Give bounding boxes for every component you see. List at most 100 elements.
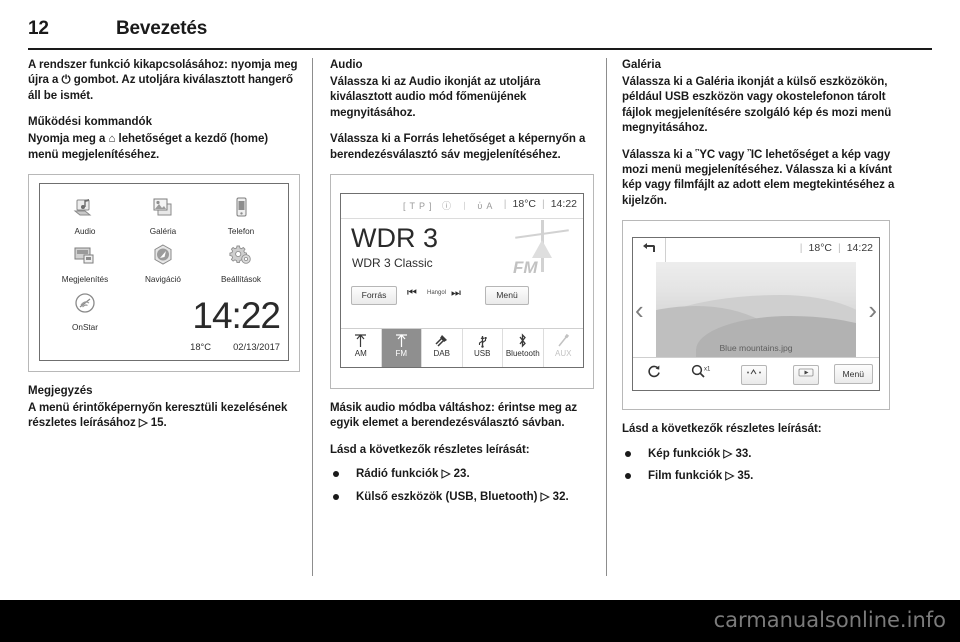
bullet-dot (625, 450, 631, 457)
page-number: 12 (28, 18, 49, 39)
gallery-image-stage: ‹ › Blue mountains.jpg (633, 262, 879, 359)
gallery-status-right: | 18°C | 14:22 (794, 242, 873, 254)
home-app-audio[interactable]: Audio (48, 194, 122, 236)
home-date: 02/13/2017 (233, 341, 280, 353)
source-selector-bar: AM FM DAB USB Bluetooth AUX (341, 328, 584, 368)
column-right: Galéria Válassza ki a Galéria ikonját a … (622, 58, 912, 491)
gallery-screen-display: | 18°C | 14:22 ‹ › Blue mountains.jpg x1… (632, 237, 880, 392)
column-left: A rendszer funkció kikapcsolásához: nyom… (28, 58, 300, 443)
figure-gallery-screen: | 18°C | 14:22 ‹ › Blue mountains.jpg x1… (622, 220, 890, 411)
fm-band-logo-icon: FM (511, 220, 573, 282)
figure-radio-screen: [TP] ⓘ ᛁ ὐA | 18°C | 14:22 WDR 3 WDR 3 Clas… (330, 174, 594, 390)
source-usb[interactable]: USB (463, 329, 503, 368)
home-clock: 14:22 (192, 295, 281, 337)
onstar-icon (48, 290, 122, 322)
chevron-right-icon[interactable]: › (868, 297, 877, 323)
audio-paragraph-2: Válassza ki a Forrás lehetőséget a képer… (330, 133, 586, 161)
list-item: Kép funkciók ▷ 33. (622, 447, 912, 462)
tune-label: Hangol (427, 290, 447, 297)
home-app-grid: Audio Galéria Telefon Megjelenítés Navig… (40, 184, 288, 360)
gallery-menu-button[interactable]: Menü (833, 364, 873, 385)
radio-temperature: 18°C (512, 198, 536, 211)
page-footer: carmanualsonline.info (0, 600, 960, 642)
source-dab[interactable]: DAB (422, 329, 463, 368)
home-screen-display: Audio Galéria Telefon Megjelenítés Navig… (39, 183, 289, 362)
home-menu-paragraph: Nyomja meg a ⌂ lehetőséget a kezdő (home… (28, 133, 269, 161)
settings-gears-icon (204, 242, 278, 274)
radio-status-bar: [TP] ⓘ ᛁ ὐA | 18°C | 14:22 (341, 194, 583, 220)
column-divider-2 (606, 58, 607, 576)
audio-reference-list: Rádió funkciók ▷ 23. Külső eszközök (USB… (330, 467, 602, 505)
list-item: Rádió funkciók ▷ 23. (330, 467, 602, 482)
audio-paragraph-1: Válassza ki az Audio ikonját az utoljára… (330, 76, 541, 119)
phone-icon (204, 194, 278, 226)
audio-see-also: Lásd a következők részletes leírását: (330, 443, 530, 456)
source-am[interactable]: AM (341, 329, 382, 368)
tower-cone (532, 240, 552, 259)
fm-logo-text: FM (513, 258, 538, 278)
source-label: USB (474, 349, 491, 359)
gallery-top-bar: | 18°C | 14:22 (633, 238, 879, 264)
audio-paragraph-3: Másik audio módba váltáshoz: érintse meg… (330, 402, 578, 430)
home-app-navigacio[interactable]: Navigáció (126, 242, 200, 284)
bullet-dot (333, 493, 339, 500)
list-item: Külső eszközök (USB, Bluetooth) ▷ 32. (330, 490, 602, 505)
home-app-onstar[interactable]: OnStar (48, 290, 122, 332)
page-sheet: 12 Bevezetés A rendszer funkció kikapcso… (0, 0, 960, 600)
prev-station-button[interactable]: ⏮ (407, 287, 417, 300)
rotate-icon[interactable] (647, 364, 661, 381)
gallery-photos-icon (126, 194, 200, 226)
back-arrow-icon[interactable] (633, 238, 666, 263)
photo-filename: Blue mountains.jpg (719, 343, 793, 354)
gallery-paragraph-2: Válassza ki a ὛC vagy ἺC lehetőséget a k… (622, 148, 895, 207)
source-bluetooth[interactable]: Bluetooth (503, 329, 544, 368)
home-app-beallitasok[interactable]: Beállítások (204, 242, 278, 284)
column-middle: Audio Válassza ki az Audio ikonját az ut… (330, 58, 602, 512)
home-app-label: Galéria (149, 227, 177, 237)
figure-home-screen: Audio Galéria Telefon Megjelenítés Navig… (28, 174, 300, 373)
source-label: Bluetooth (505, 349, 540, 359)
status-sep: | (541, 198, 545, 211)
radio-ui: [TP] ⓘ ᛁ ὐA | 18°C | 14:22 WDR 3 WDR 3 Clas… (341, 194, 584, 368)
source-label: AUX (555, 349, 572, 359)
display-icon (48, 242, 122, 274)
home-app-label: OnStar (72, 323, 98, 333)
gallery-temperature: 18°C (808, 242, 832, 255)
source-fm[interactable]: FM (381, 329, 422, 368)
list-item: Film funkciók ▷ 35. (622, 469, 912, 484)
manual-page: 12 Bevezetés A rendszer funkció kikapcso… (0, 0, 960, 642)
home-app-label: Navigáció (145, 275, 181, 285)
page-header: 12 Bevezetés (28, 18, 932, 48)
source-label: AM (354, 349, 367, 359)
radio-menu-button[interactable]: Menü (485, 286, 529, 306)
status-sep: | (799, 242, 803, 255)
slideshow-play-icon[interactable] (793, 365, 819, 386)
header-divider (28, 48, 932, 50)
reference-text: Külső eszközök (USB, Bluetooth) ▷ 32. (356, 490, 569, 503)
section-heading-controls: Működési kommandók (28, 116, 152, 129)
usb-icon (463, 333, 503, 350)
chevron-left-icon[interactable]: ‹ (635, 297, 644, 323)
home-app-telefon[interactable]: Telefon (204, 194, 278, 236)
source-button[interactable]: Forrás (351, 286, 397, 306)
home-app-galeria[interactable]: Galéria (126, 194, 200, 236)
source-aux[interactable]: AUX (544, 329, 584, 367)
svg-text:x1: x1 (704, 367, 711, 373)
zoom-icon[interactable]: x1 (691, 364, 713, 381)
intro-paragraph: A rendszer funkció kikapcsolásához: nyom… (28, 59, 298, 102)
watermark: carmanualsonline.info (713, 608, 946, 632)
note-heading: Megjegyzés (28, 385, 93, 398)
next-station-button[interactable]: ⏭ (451, 287, 461, 300)
section-heading-audio: Audio (330, 59, 363, 71)
bluetooth-icon (503, 333, 543, 350)
radio-clock: 14:22 (550, 198, 577, 211)
photo-preview[interactable]: Blue mountains.jpg (656, 262, 856, 359)
reference-text: Film funkciók ▷ 35. (648, 470, 754, 483)
source-label: FM (395, 349, 408, 359)
home-app-megjelenites[interactable]: Megjelenítés (48, 242, 122, 284)
gallery-see-also: Lásd a következők részletes leírását: (622, 423, 822, 436)
status-icons: [TP] ⓘ ᛁ ὐA (403, 201, 497, 212)
gallery-toolbar: x1 Menü (633, 357, 879, 391)
gallery-paragraph-1: Válassza ki a Galéria ikonját a külső es… (622, 76, 892, 135)
adjust-icon[interactable] (741, 365, 767, 386)
